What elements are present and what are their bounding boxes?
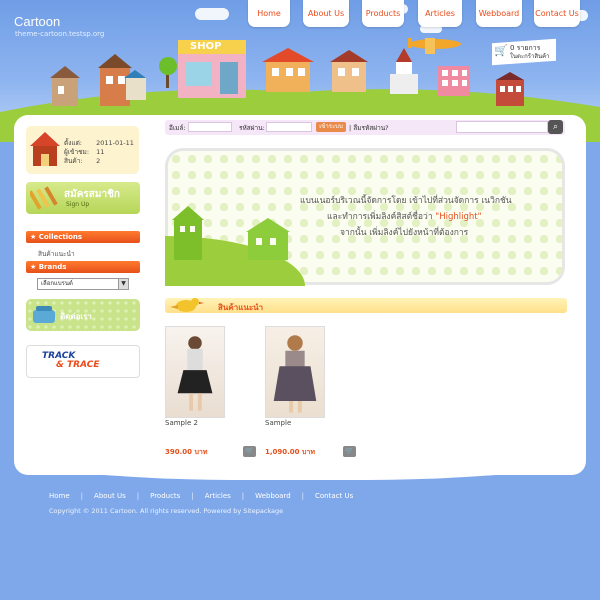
nav-contact-us[interactable]: Contact Us bbox=[534, 0, 580, 27]
recommended-title: สินค้าแนะนำ bbox=[218, 303, 264, 312]
bird-icon bbox=[170, 298, 204, 312]
login-button[interactable]: เข้าระบบ bbox=[316, 122, 346, 132]
banner-text-line-3: จากนั้น เพิ่มลิงค์ไปยังหน้าที่ต้องการ bbox=[340, 228, 469, 238]
brand-select[interactable]: เลือกแบรนด์ ▼ bbox=[37, 278, 129, 290]
banner-text-line-1: แบนเนอร์บริเวณนี้จัดการโดย เข้าไปที่ส่วน… bbox=[300, 196, 512, 206]
contact-us-label: ติดต่อเรา bbox=[60, 312, 92, 321]
star-icon: ★ bbox=[30, 263, 39, 271]
footer-separator: | bbox=[136, 492, 140, 500]
visitors-value: 11 bbox=[96, 148, 105, 156]
site-logo[interactable]: Cartoon bbox=[14, 14, 60, 29]
shop-sign: SHOP bbox=[190, 41, 222, 52]
nav-articles[interactable]: Articles bbox=[418, 0, 462, 27]
search-input[interactable] bbox=[456, 121, 548, 133]
footer-link-home[interactable]: Home bbox=[49, 492, 70, 500]
add-to-cart-icon[interactable]: 🛒 bbox=[243, 446, 256, 457]
main-panel-bottom bbox=[14, 455, 586, 480]
chevron-down-icon: ▼ bbox=[118, 279, 128, 289]
footer-link-about-us[interactable]: About Us bbox=[94, 492, 126, 500]
email-field[interactable] bbox=[188, 122, 232, 132]
footer-separator: | bbox=[80, 492, 84, 500]
footer-link-articles[interactable]: Articles bbox=[205, 492, 231, 500]
copyright: Copyright © 2011 Cartoon. All rights res… bbox=[49, 507, 284, 515]
product-image[interactable] bbox=[165, 326, 225, 418]
add-to-cart-icon[interactable]: 🛒 bbox=[343, 446, 356, 457]
pencils-icon bbox=[30, 186, 58, 210]
house-icon bbox=[30, 132, 60, 166]
collections-title: Collections bbox=[38, 233, 83, 241]
brands-header: ★ Brands bbox=[26, 261, 140, 273]
products-count-label: สินค้า: bbox=[64, 157, 83, 165]
footer-link-contact-us[interactable]: Contact Us bbox=[315, 492, 353, 500]
nav-home[interactable]: Home bbox=[248, 0, 290, 27]
collections-header: ★ Collections bbox=[26, 231, 140, 243]
banner-highlight-word: "Highlight" bbox=[435, 212, 482, 222]
product-price: 1,090.00 บาท bbox=[265, 448, 315, 456]
star-icon: ★ bbox=[30, 233, 39, 241]
nav-about-us[interactable]: About Us bbox=[303, 0, 349, 27]
footer-separator: | bbox=[241, 492, 245, 500]
cart-icon: 🛒 bbox=[494, 44, 508, 57]
footer-separator: | bbox=[301, 492, 304, 500]
product-photo-dress bbox=[177, 336, 213, 411]
forgot-password-link[interactable]: | ลืมรหัสผ่าน? bbox=[349, 123, 389, 133]
footer-separator: | bbox=[191, 492, 194, 500]
product-name[interactable]: Sample 2 bbox=[165, 419, 198, 427]
footer-link-webboard[interactable]: Webboard bbox=[255, 492, 290, 500]
member-since-value: 2011-01-11 bbox=[96, 139, 134, 147]
nav-webboard[interactable]: Webboard bbox=[476, 0, 522, 27]
product-photo-dress bbox=[273, 335, 317, 413]
brands-title: Brands bbox=[38, 263, 67, 271]
email-label: อีเมล์: bbox=[169, 124, 186, 132]
banner-text-line-2-prefix: และทำการเพิ่มลิงค์สิสต์ชื่อว่า bbox=[327, 212, 436, 222]
signup-title: สมัครสมาชิก bbox=[64, 189, 120, 200]
product-name[interactable]: Sample bbox=[265, 419, 291, 427]
cart-label: ในตะกร้าสินค้า bbox=[510, 53, 550, 60]
trace-label: & TRACE bbox=[56, 360, 100, 370]
products-count-value: 2 bbox=[96, 157, 101, 165]
nav-products[interactable]: Products bbox=[362, 0, 404, 27]
search-icon[interactable]: ⌕ bbox=[548, 120, 563, 134]
banner-houses-illustration bbox=[172, 206, 290, 260]
banner-text-line-2: และทำการเพิ่มลิงค์สิสต์ชื่อว่า "Highligh… bbox=[327, 209, 482, 223]
site-domain: theme-cartoon.testsp.org bbox=[15, 30, 105, 38]
cloud-decoration bbox=[195, 8, 229, 20]
product-image[interactable] bbox=[265, 326, 325, 418]
product-price: 390.00 บาท bbox=[165, 448, 208, 456]
products-count-row: สินค้า: 2 bbox=[64, 156, 100, 166]
collection-link-recommended[interactable]: สินค้าแนะนำ bbox=[38, 249, 75, 259]
brand-select-value: เลือกแบรนด์ bbox=[41, 280, 73, 287]
telephone-icon bbox=[33, 306, 55, 323]
footer-link-products[interactable]: Products bbox=[150, 492, 180, 500]
password-label: รหัสผ่าน: bbox=[239, 124, 265, 132]
footer-nav: Home | About Us | Products | Articles | … bbox=[49, 492, 353, 500]
signup-subtitle: Sign Up bbox=[66, 201, 90, 208]
password-field[interactable] bbox=[266, 122, 312, 132]
